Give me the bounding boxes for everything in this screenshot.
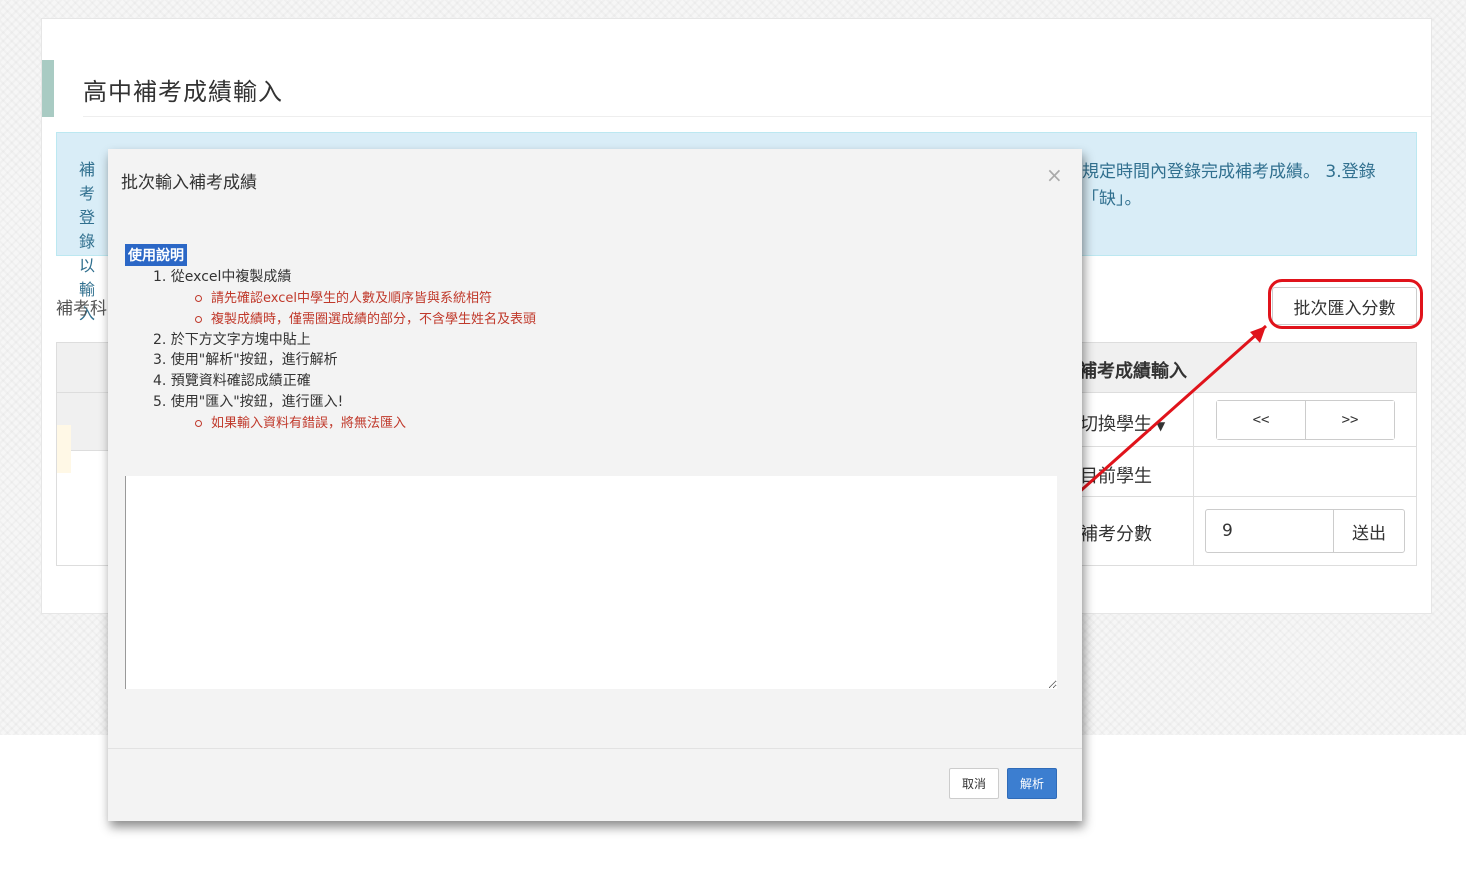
instruction-sub-item: 複製成績時，僅需圈選成績的部分，不含學生姓名及表頭 — [195, 308, 536, 327]
usage-badge: 使用說明 — [125, 244, 187, 266]
subject-label: 補考科 — [56, 299, 107, 319]
instruction-step-4: 4. 預覽資料確認成績正確 — [153, 373, 311, 389]
row-divider — [1080, 496, 1417, 497]
circle-bullet-icon — [195, 295, 202, 302]
instruction-step-3: 3. 使用"解析"按鈕，進行解析 — [153, 352, 338, 368]
row-divider — [1080, 446, 1417, 447]
parse-button[interactable]: 解析 — [1007, 768, 1057, 799]
caret-down-icon: ▼ — [1156, 419, 1166, 433]
instruction-step-1: 1. 從excel中複製成績 — [153, 269, 292, 285]
instruction-sub-item: 如果輸入資料有錯誤，將無法匯入 — [195, 412, 406, 431]
title-accent-bar — [42, 60, 54, 117]
current-student-label: 目前學生 — [1080, 466, 1152, 487]
modal-footer-divider — [108, 748, 1082, 749]
modal-title: 批次輸入補考成績 — [121, 173, 257, 193]
instruction-sub-item: 請先確認excel中學生的人數及順序皆與系統相符 — [195, 287, 492, 306]
switch-student-label: 切換學生 — [1080, 414, 1152, 435]
student-nav-group: << >> — [1216, 400, 1395, 440]
score-input[interactable] — [1205, 509, 1334, 553]
next-student-button[interactable]: >> — [1305, 401, 1394, 439]
row-divider — [1080, 392, 1417, 393]
cancel-button[interactable]: 取消 — [949, 768, 999, 799]
instruction-step-5: 5. 使用"匯入"按鈕，進行匯入! — [153, 394, 344, 410]
alert-line-2: 「缺」。 — [1082, 189, 1142, 209]
instruction-step-2: 2. 於下方文字方塊中貼上 — [153, 332, 311, 348]
page-title: 高中補考成績輸入 — [83, 78, 283, 106]
column-divider — [1193, 392, 1194, 566]
title-divider — [83, 116, 1431, 117]
score-label: 補考分數 — [1080, 524, 1152, 545]
table-highlight-row — [57, 425, 71, 473]
circle-bullet-icon — [195, 316, 202, 323]
score-entry-heading: 補考成績輸入 — [1079, 361, 1187, 382]
batch-import-button[interactable]: 批次匯入分數 — [1272, 287, 1417, 325]
batch-input-modal: 批次輸入補考成績 × 使用說明 1. 從excel中複製成績 請先確認excel… — [108, 149, 1082, 821]
submit-score-button[interactable]: 送出 — [1333, 509, 1405, 553]
close-icon[interactable]: × — [1046, 163, 1063, 187]
paste-textarea[interactable] — [125, 476, 1057, 689]
prev-student-button[interactable]: << — [1217, 401, 1305, 439]
circle-bullet-icon — [195, 420, 202, 427]
switch-student-dropdown[interactable]: 切換學生 ▼ — [1080, 410, 1165, 436]
alert-line-1: 規定時間內登錄完成補考成績。 3.登錄 — [1082, 162, 1376, 182]
